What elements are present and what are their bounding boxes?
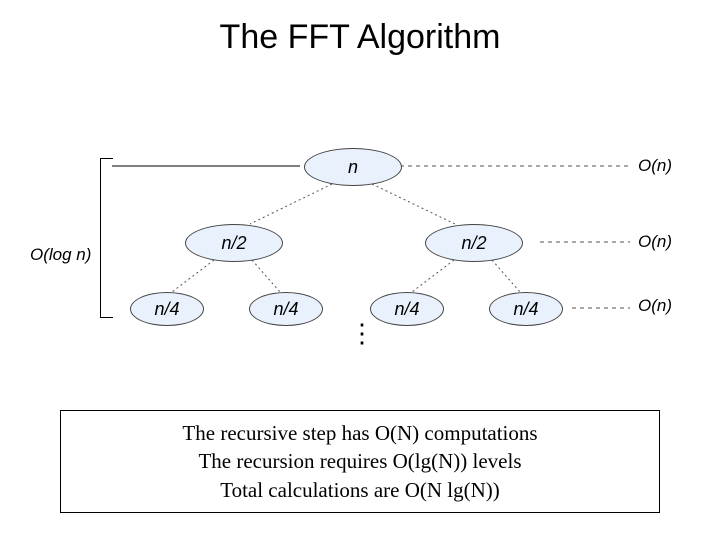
caption-line-2: The recursion requires O(lg(N)) levels bbox=[73, 447, 647, 475]
tree-node-n4-2: n/4 bbox=[249, 292, 323, 326]
depth-complexity-label: O(log n) bbox=[30, 245, 91, 265]
tree-node-n2-right: n/2 bbox=[425, 224, 523, 262]
tree-node-n2-left: n/2 bbox=[185, 224, 283, 262]
vertical-ellipsis-icon: ⋮ bbox=[349, 328, 375, 338]
level-complexity-1: O(n) bbox=[638, 232, 672, 252]
depth-brace bbox=[100, 158, 113, 318]
tree-node-n4-3: n/4 bbox=[370, 292, 444, 326]
level-complexity-0: O(n) bbox=[638, 156, 672, 176]
tree-node-n4-4: n/4 bbox=[489, 292, 563, 326]
tree-node-root: n bbox=[304, 148, 402, 186]
caption-box: The recursive step has O(N) computations… bbox=[60, 410, 660, 513]
level-complexity-2: O(n) bbox=[638, 296, 672, 316]
tree-node-n4-1: n/4 bbox=[130, 292, 204, 326]
caption-line-3: Total calculations are O(N lg(N)) bbox=[73, 476, 647, 504]
caption-line-1: The recursive step has O(N) computations bbox=[73, 419, 647, 447]
